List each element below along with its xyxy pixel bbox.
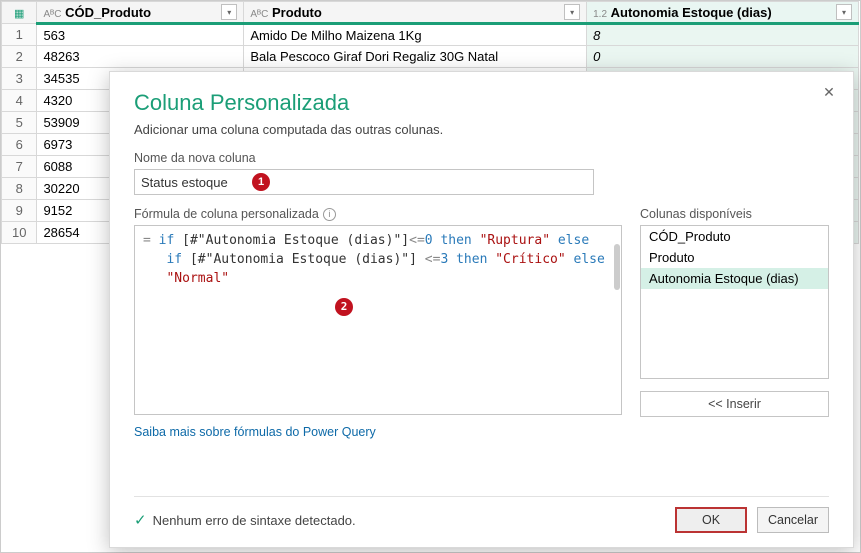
available-columns-list[interactable]: CÓD_ProdutoProdutoAutonomia Estoque (dia… <box>640 225 829 379</box>
dialog-subtitle: Adicionar uma coluna computada das outra… <box>134 122 829 137</box>
ok-button[interactable]: OK <box>675 507 747 533</box>
row-number: 1 <box>2 24 37 46</box>
scrollbar-thumb[interactable] <box>614 244 620 290</box>
custom-column-dialog: ✕ Coluna Personalizada Adicionar uma col… <box>109 71 854 548</box>
cell-prod[interactable]: Amido De Milho Maizena 1Kg <box>244 24 587 46</box>
column-header-aut[interactable]: 1.2 Autonomia Estoque (dias) ▾ <box>587 2 859 24</box>
row-number: 10 <box>2 222 37 244</box>
type-icon: AᴮC <box>250 9 268 20</box>
cell-cod[interactable]: 563 <box>37 24 244 46</box>
dialog-title: Coluna Personalizada <box>134 90 829 116</box>
column-label: CÓD_Produto <box>65 5 151 20</box>
column-filter-icon[interactable]: ▾ <box>564 4 580 20</box>
available-column-item[interactable]: Produto <box>641 247 828 268</box>
info-icon[interactable]: i <box>323 208 336 221</box>
name-field-label: Nome da nova coluna <box>134 151 829 165</box>
annotation-badge-2: 2 <box>335 298 353 316</box>
cell-aut[interactable]: 0 <box>587 46 859 68</box>
table-row[interactable]: 248263Bala Pescoco Giraf Dori Regaliz 30… <box>2 46 859 68</box>
row-number: 6 <box>2 134 37 156</box>
row-number: 4 <box>2 90 37 112</box>
type-icon: AᴮC <box>43 9 61 20</box>
type-icon: 1.2 <box>593 9 607 20</box>
divider <box>134 496 829 497</box>
formula-input[interactable]: = if [#"Autonomia Estoque (dias)"]<=0 th… <box>134 225 622 415</box>
check-icon: ✓ <box>134 511 147 529</box>
row-number: 7 <box>2 156 37 178</box>
annotation-badge-1: 1 <box>252 173 270 191</box>
row-number: 2 <box>2 46 37 68</box>
rownum-header[interactable]: ▦ <box>2 2 37 24</box>
column-name-value: Status estoque <box>141 175 228 190</box>
cancel-button[interactable]: Cancelar <box>757 507 829 533</box>
formula-field-label: Fórmula de coluna personalizada i <box>134 207 622 221</box>
cell-prod[interactable]: Bala Pescoco Giraf Dori Regaliz 30G Nata… <box>244 46 587 68</box>
learn-more-link[interactable]: Saiba mais sobre fórmulas do Power Query <box>134 425 376 439</box>
column-name-input[interactable]: Status estoque <box>134 169 594 195</box>
available-columns-label: Colunas disponíveis <box>640 207 829 221</box>
column-header-cod[interactable]: AᴮC CÓD_Produto ▾ <box>37 2 244 24</box>
column-filter-icon[interactable]: ▾ <box>836 4 852 20</box>
row-number: 3 <box>2 68 37 90</box>
row-number: 9 <box>2 200 37 222</box>
cell-cod[interactable]: 48263 <box>37 46 244 68</box>
available-column-item[interactable]: Autonomia Estoque (dias) <box>641 268 828 289</box>
column-filter-icon[interactable]: ▾ <box>221 4 237 20</box>
column-label: Produto <box>272 5 322 20</box>
available-column-item[interactable]: CÓD_Produto <box>641 226 828 247</box>
row-number: 8 <box>2 178 37 200</box>
column-header-prod[interactable]: AᴮC Produto ▾ <box>244 2 587 24</box>
insert-button[interactable]: << Inserir <box>640 391 829 417</box>
table-icon: ▦ <box>14 8 24 20</box>
cell-aut[interactable]: 8 <box>587 24 859 46</box>
column-label: Autonomia Estoque (dias) <box>611 5 772 20</box>
close-icon[interactable]: ✕ <box>819 82 839 102</box>
table-row[interactable]: 1563Amido De Milho Maizena 1Kg8 <box>2 24 859 46</box>
row-number: 5 <box>2 112 37 134</box>
syntax-status: ✓ Nenhum erro de sintaxe detectado. <box>134 511 356 529</box>
